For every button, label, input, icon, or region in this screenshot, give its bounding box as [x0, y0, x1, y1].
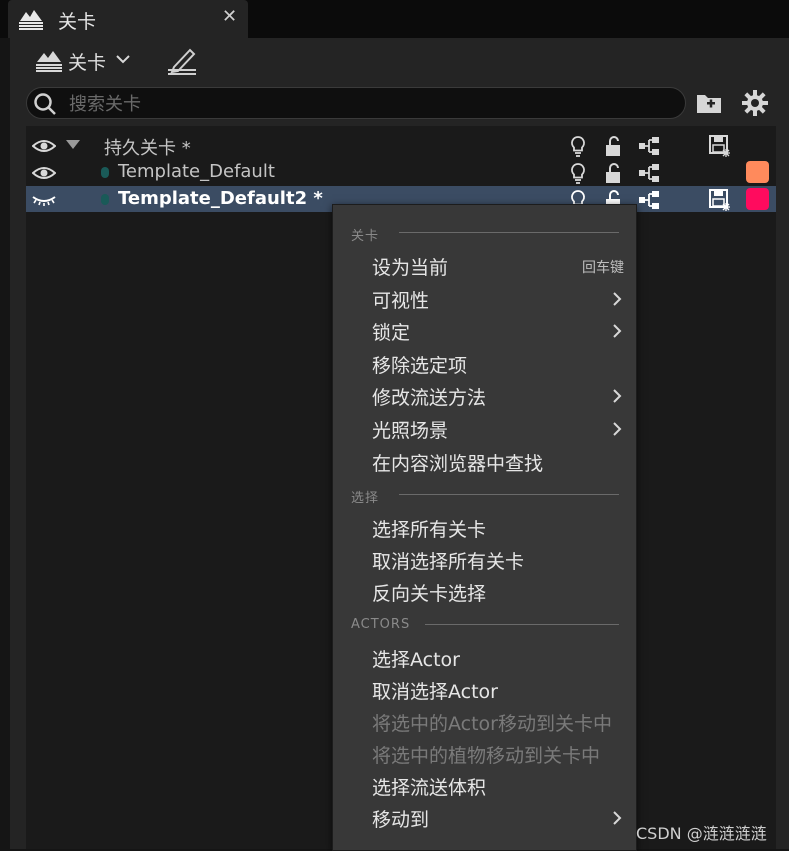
eye-icon[interactable]: [32, 165, 56, 181]
search-icon: [34, 93, 56, 115]
watermark: CSDN @涟涟涟涟: [636, 824, 767, 843]
save-icon[interactable]: [709, 189, 731, 211]
level-name: Template_Default2 *: [118, 188, 323, 209]
expand-triangle-icon[interactable]: [66, 140, 80, 149]
level-color-swatch[interactable]: [746, 161, 769, 183]
menu-item-move-actors-to-level: 将选中的Actor移动到关卡中: [372, 713, 612, 735]
menu-section-divider: [399, 494, 619, 495]
level-color-dot: [101, 194, 109, 205]
levels-icon: [19, 10, 43, 30]
tab-title: 关卡: [58, 11, 97, 33]
menu-item-select-all-levels[interactable]: 选择所有关卡: [333, 511, 636, 543]
tab-bar: 关卡 ✕: [0, 0, 789, 38]
level-name: 持久关卡 *: [104, 138, 191, 159]
hierarchy-icon[interactable]: [638, 135, 660, 157]
chevron-down-icon: [116, 55, 130, 64]
eye-icon[interactable]: [32, 138, 56, 154]
eye-closed-icon[interactable]: [32, 192, 56, 208]
levels-icon: [36, 51, 62, 72]
menu-item-change-streaming-method[interactable]: 修改流送方法: [333, 379, 636, 411]
chevron-right-icon: [613, 811, 622, 825]
context-menu: 关卡 设为当前 回车键 可视性 锁定 移除选定项 修改流送方法 光照场景 在内容…: [332, 204, 637, 851]
hierarchy-icon[interactable]: [638, 162, 660, 184]
menu-item-visibility[interactable]: 可视性: [333, 282, 636, 314]
level-row-persistent[interactable]: 持久关卡 *: [26, 132, 776, 159]
level-color-dot: [101, 167, 109, 178]
menu-item-select-actors[interactable]: 选择Actor: [333, 641, 636, 673]
levels-dropdown-label: 关卡: [68, 52, 107, 74]
level-row[interactable]: Template_Default: [26, 159, 776, 185]
lightbulb-icon[interactable]: [567, 135, 589, 157]
menu-item-find-in-content-browser[interactable]: 在内容浏览器中查找: [333, 445, 636, 477]
menu-item-select-streaming-volumes[interactable]: 选择流送体积: [333, 769, 636, 801]
search-box: [26, 87, 686, 119]
edit-pencil-icon[interactable]: [166, 46, 198, 76]
shortcut-label: 回车键: [582, 260, 624, 276]
hierarchy-icon[interactable]: [638, 189, 660, 211]
chevron-right-icon: [613, 389, 622, 403]
menu-section-header: 关卡: [351, 229, 380, 244]
menu-item-set-current[interactable]: 设为当前 回车键: [333, 249, 636, 281]
menu-item-lock[interactable]: 锁定: [333, 314, 636, 346]
menu-item-invert-level-selection[interactable]: 反向关卡选择: [333, 575, 636, 607]
save-icon[interactable]: [709, 135, 731, 157]
menu-item-deselect-all-levels[interactable]: 取消选择所有关卡: [333, 543, 636, 575]
menu-item-remove-selected[interactable]: 移除选定项: [333, 347, 636, 379]
menu-item-move-foliage-to-level: 将选中的植物移动到关卡中: [372, 745, 601, 767]
gear-icon[interactable]: [742, 90, 768, 116]
unlock-icon[interactable]: [603, 162, 625, 184]
menu-item-deselect-actors[interactable]: 取消选择Actor: [333, 673, 636, 705]
menu-item-move-to[interactable]: 移动到: [333, 801, 636, 833]
add-folder-icon[interactable]: [696, 91, 722, 115]
menu-item-lighting-scenario[interactable]: 光照场景: [333, 412, 636, 444]
level-name: Template_Default: [118, 161, 275, 182]
chevron-right-icon: [613, 324, 622, 338]
level-color-swatch[interactable]: [746, 188, 769, 210]
menu-section-divider: [399, 232, 619, 233]
search-input[interactable]: [67, 91, 671, 117]
close-icon[interactable]: ✕: [222, 6, 237, 27]
menu-section-header: 选择: [351, 491, 380, 506]
chevron-right-icon: [613, 292, 622, 306]
levels-tab[interactable]: 关卡 ✕: [8, 0, 248, 38]
menu-section-divider: [425, 624, 619, 625]
menu-section-header: ACTORS: [351, 617, 411, 632]
chevron-right-icon: [613, 422, 622, 436]
unlock-icon[interactable]: [603, 135, 625, 157]
lightbulb-icon[interactable]: [567, 162, 589, 184]
